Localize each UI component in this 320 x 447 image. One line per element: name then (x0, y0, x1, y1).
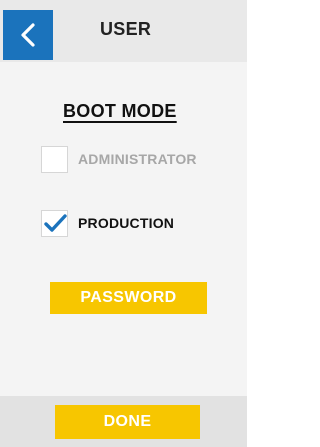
production-checkbox[interactable] (41, 209, 68, 237)
administrator-checkbox[interactable] (41, 145, 68, 173)
production-option[interactable]: PRODUCTION (41, 209, 174, 237)
page-title: USER (100, 19, 152, 39)
footer: DONE (0, 396, 247, 447)
done-button[interactable]: DONE (55, 405, 200, 439)
checkmark-icon (44, 213, 67, 232)
production-label: PRODUCTION (78, 215, 175, 231)
header: USER (0, 0, 247, 62)
boot-mode-title: BOOT MODE (63, 101, 177, 121)
administrator-option[interactable]: ADMINISTRATOR (41, 145, 197, 173)
administrator-label: ADMINISTRATOR (78, 151, 197, 167)
user-screen: USER BOOT MODE ADMINISTRATOR PRODUCTION … (0, 0, 247, 447)
chevron-left-icon (21, 23, 35, 47)
password-button[interactable]: PASSWORD (50, 282, 207, 314)
back-button[interactable] (3, 10, 53, 60)
